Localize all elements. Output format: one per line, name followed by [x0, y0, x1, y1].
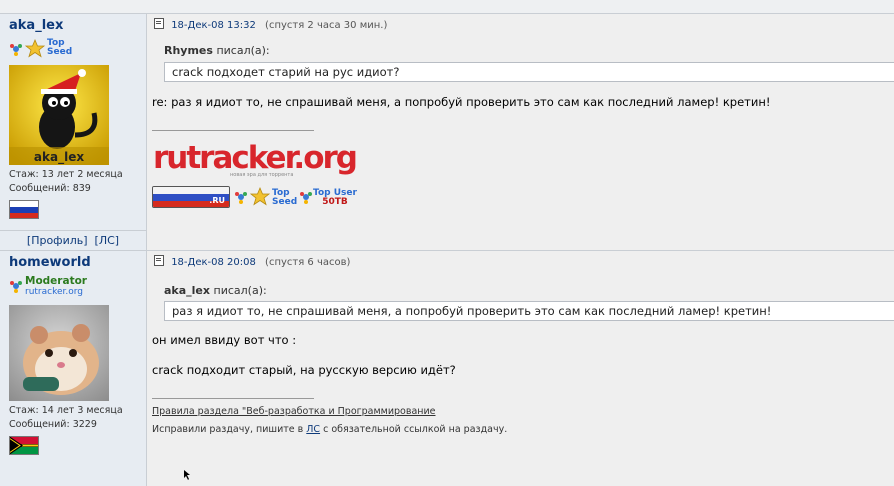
signature-note-before: Исправили раздачу, пишите в [152, 424, 304, 435]
author-nick[interactable]: homeworld [9, 255, 91, 270]
rank-badges: Moderator rutracker.org [9, 275, 87, 297]
user-experience: Стаж: 13 лет 2 месяца [9, 169, 123, 180]
quote-header: Rhymes писал(а): [164, 44, 270, 57]
author-panel: homeworld Moderator rutracker.org Стаж: … [0, 251, 147, 486]
signature-note-after: с обязательной ссылкой на раздачу. [323, 424, 508, 435]
user-messages: Сообщений: 3229 [9, 419, 97, 430]
user-messages: Сообщений: 839 [9, 183, 91, 194]
avatar: aka_lex [9, 65, 109, 168]
post-aka-lex: aka_lex Top Seed aka_lex Стаж: 13 лет 2 … [0, 14, 894, 250]
quote-header: aka_lex писал(а): [164, 284, 267, 297]
rank-label-line2: rutracker.org [25, 287, 84, 297]
mouse-cursor-icon [184, 470, 190, 480]
post-meta: 18-Дек-08 20:08 (спустя 6 часов) [154, 255, 350, 268]
pm-link[interactable]: [ЛС] [95, 234, 120, 247]
post-meta: 18-Дек-08 13:32 (спустя 2 часа 30 мин.) [154, 18, 387, 31]
quote-author: Rhymes [164, 44, 213, 57]
rank-label-line2: Seed [47, 47, 73, 57]
rutracker-logo-text: rutracker.org [153, 140, 356, 176]
moderator-rank-icon [10, 281, 22, 293]
post-elapsed: (спустя 6 часов) [265, 257, 351, 268]
top-user-icon [300, 192, 312, 204]
rank-label-line1: Moderator [25, 275, 87, 287]
post-text: re: раз я идиот то, не спрашивай меня, а… [152, 95, 771, 109]
signature-divider [152, 130, 314, 131]
quote-text: crack подходет старий на рус идиот? [164, 62, 894, 82]
quote-author: aka_lex [164, 284, 210, 297]
rutracker-logo-tagline: новая эра для торрента [230, 172, 293, 178]
post-text-line1: он имел ввиду вот что : [152, 333, 297, 347]
post-icon[interactable] [154, 18, 164, 29]
post-body: 18-Дек-08 20:08 (спустя 6 часов) aka_lex… [147, 251, 894, 486]
author-nick[interactable]: aka_lex [9, 18, 63, 33]
quote-text: раз я идиот то, не спрашивай меня, а поп… [164, 301, 894, 321]
avatar-caption: aka_lex [34, 150, 84, 165]
rank-badges: Top Seed [9, 38, 73, 60]
quote-wrote: писал(а): [213, 284, 267, 297]
user-experience: Стаж: 14 лет 3 месяца [9, 405, 123, 416]
quote-wrote: писал(а): [216, 44, 270, 57]
post-date[interactable]: 18-Дек-08 20:08 [171, 257, 256, 268]
ru-badge-label: .RU [209, 196, 225, 205]
post-homeworld: homeworld Moderator rutracker.org Стаж: … [0, 251, 894, 486]
signature-note: Исправили раздачу, пишите в ЛС с обязате… [152, 424, 507, 435]
sig-top-seed-line2: Seed [272, 197, 298, 207]
russia-flag-icon [9, 200, 39, 219]
profile-links: [Профиль] [ЛС] [0, 230, 146, 251]
signature-ranks: Top Seed Top User 50TB [234, 186, 364, 210]
top-strip [0, 0, 894, 14]
post-icon[interactable] [154, 255, 164, 266]
profile-link[interactable]: [Профиль] [27, 234, 88, 247]
post-text-line2: crack подходит старый, на русскую версию… [152, 363, 456, 377]
sig-top-user-line2: 50TB [322, 197, 348, 207]
russia-userbar-icon: .RU [152, 186, 230, 208]
pm-link[interactable]: ЛС [306, 424, 320, 435]
post-body: 18-Дек-08 13:32 (спустя 2 часа 30 мин.) … [147, 14, 894, 250]
section-rules-link[interactable]: Правила раздела "Веб-разработка и Програ… [152, 406, 436, 417]
post-date[interactable]: 18-Дек-08 13:32 [171, 20, 256, 31]
avatar [9, 305, 109, 404]
top-seed-icon [235, 186, 271, 206]
vanuatu-flag-icon [9, 436, 39, 455]
rutracker-logo[interactable]: rutracker.org новая эра для торрента [152, 139, 362, 182]
signature-divider [152, 398, 314, 399]
post-elapsed: (спустя 2 часа 30 мин.) [265, 20, 388, 31]
author-panel: aka_lex Top Seed aka_lex Стаж: 13 лет 2 … [0, 14, 147, 250]
